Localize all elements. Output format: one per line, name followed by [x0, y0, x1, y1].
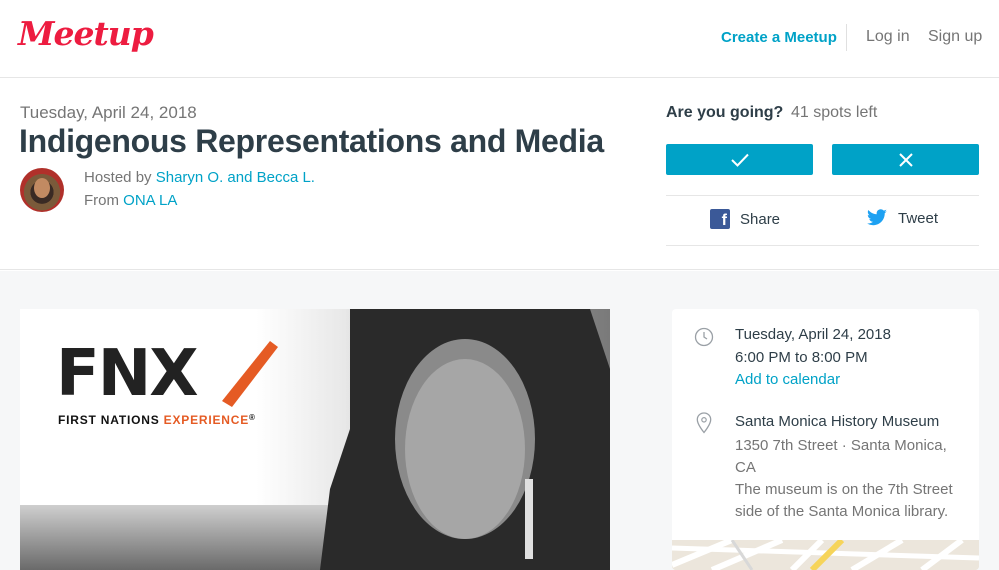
share-divider-bottom: [666, 245, 979, 246]
tweet-button[interactable]: Tweet: [866, 209, 938, 227]
from-label: From: [84, 192, 124, 209]
checkmark-icon: [730, 153, 749, 167]
create-meetup-link[interactable]: Create a Meetup: [721, 29, 837, 46]
venue-name: Santa Monica History Museum: [735, 413, 940, 430]
hosted-by-label: Hosted by: [84, 169, 156, 186]
facebook-icon: f: [710, 209, 730, 229]
detail-time: 6:00 PM to 8:00 PM: [735, 349, 868, 366]
hosted-by: Hosted by Sharyn O. and Becca L.: [84, 169, 315, 186]
venue-map[interactable]: [672, 540, 979, 570]
location-pin-icon: [696, 412, 712, 434]
share-divider-top: [666, 195, 979, 196]
detail-date: Tuesday, April 24, 2018: [735, 326, 891, 343]
fnx-subtitle: FIRST NATIONS EXPERIENCE®: [58, 413, 256, 427]
share-facebook-button[interactable]: f Share: [710, 209, 780, 229]
tweet-label: Tweet: [898, 209, 939, 227]
rsvp-yes-button[interactable]: [666, 144, 813, 175]
hosts-link[interactable]: Sharyn O. and Becca L.: [156, 169, 315, 186]
top-navigation: Meetup Create a Meetup Log in Sign up: [0, 0, 999, 78]
twitter-icon: [867, 209, 887, 226]
venue-note: The museum is on the 7th Street side of …: [735, 481, 953, 520]
login-link[interactable]: Log in: [866, 28, 910, 46]
venue-address: 1350 7th Street · Santa Monica, CA: [735, 437, 947, 476]
spots-left: 41 spots left: [791, 104, 878, 121]
meetup-logo[interactable]: Meetup: [18, 14, 154, 53]
group-from: From ONA LA: [84, 192, 177, 209]
map-streets: [672, 540, 979, 570]
fnx-subtitle-orange: EXPERIENCE: [163, 413, 250, 427]
event-header: Tuesday, April 24, 2018 Indigenous Repre…: [0, 79, 999, 270]
event-image: FNX FIRST NATIONS EXPERIENCE®: [20, 309, 610, 570]
share-label: Share: [740, 210, 781, 228]
host-avatar[interactable]: [20, 168, 64, 212]
add-to-calendar-link[interactable]: Add to calendar: [735, 371, 840, 388]
fnx-subtitle-black: FIRST NATIONS: [58, 413, 164, 427]
rsvp-question: Are you going?: [666, 104, 784, 121]
rsvp-no-button[interactable]: [832, 144, 979, 175]
fnx-logo: FNX: [56, 337, 199, 411]
signup-link[interactable]: Sign up: [928, 28, 982, 46]
group-link[interactable]: ONA LA: [123, 192, 177, 209]
event-date: Tuesday, April 24, 2018: [20, 103, 197, 122]
fnx-registered-mark: ®: [249, 413, 256, 422]
clock-icon: [694, 327, 714, 347]
fnx-slash-mark: [222, 341, 278, 407]
event-title: Indigenous Representations and Media: [19, 123, 604, 159]
x-icon: [898, 152, 913, 167]
event-details-card: Tuesday, April 24, 2018 6:00 PM to 8:00 …: [672, 309, 979, 570]
nav-divider: [846, 24, 847, 51]
